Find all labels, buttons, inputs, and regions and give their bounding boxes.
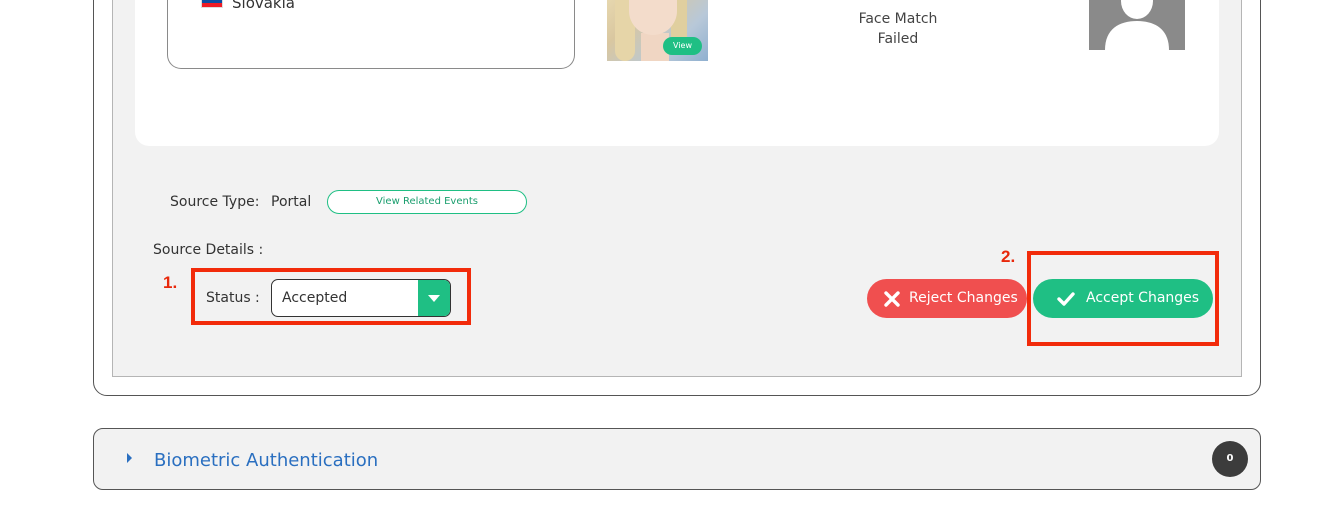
face-match-line2: Failed <box>877 31 919 47</box>
country-box <box>167 0 575 69</box>
status-dropdown[interactable]: Accepted <box>271 279 451 317</box>
view-photo-button[interactable]: View <box>663 37 702 55</box>
status-label: Status : <box>206 290 260 306</box>
avatar-placeholder-icon <box>1089 0 1185 50</box>
close-icon <box>884 291 900 307</box>
chevron-down-icon <box>428 295 440 302</box>
caret-right-icon[interactable] <box>127 453 132 463</box>
accept-changes-button[interactable]: Accept Changes <box>1033 279 1213 318</box>
reject-changes-label: Reject Changes <box>909 290 1018 306</box>
source-type-label: Source Type: <box>170 194 260 210</box>
accept-changes-label: Accept Changes <box>1086 290 1200 306</box>
status-selected-value: Accepted <box>282 290 348 306</box>
face-match-failed-icon <box>876 0 926 6</box>
source-type-value: Portal <box>271 194 312 210</box>
slovakia-flag-icon <box>201 0 223 8</box>
view-related-events-button[interactable]: View Related Events <box>327 190 527 214</box>
biometric-authentication-title[interactable]: Biometric Authentication <box>154 450 378 471</box>
dropdown-toggle[interactable] <box>418 280 450 316</box>
source-details-label: Source Details : <box>153 242 264 258</box>
face-match-status: Face Match Failed <box>848 9 948 49</box>
checkmark-icon <box>1057 292 1075 306</box>
count-badge: 0 <box>1212 441 1248 477</box>
face-match-line1: Face Match <box>858 11 938 27</box>
annotation-step-2: 2. <box>1001 247 1016 266</box>
reject-changes-button[interactable]: Reject Changes <box>867 279 1027 318</box>
country-name: Slovakia <box>232 0 295 12</box>
annotation-step-1: 1. <box>163 273 178 292</box>
